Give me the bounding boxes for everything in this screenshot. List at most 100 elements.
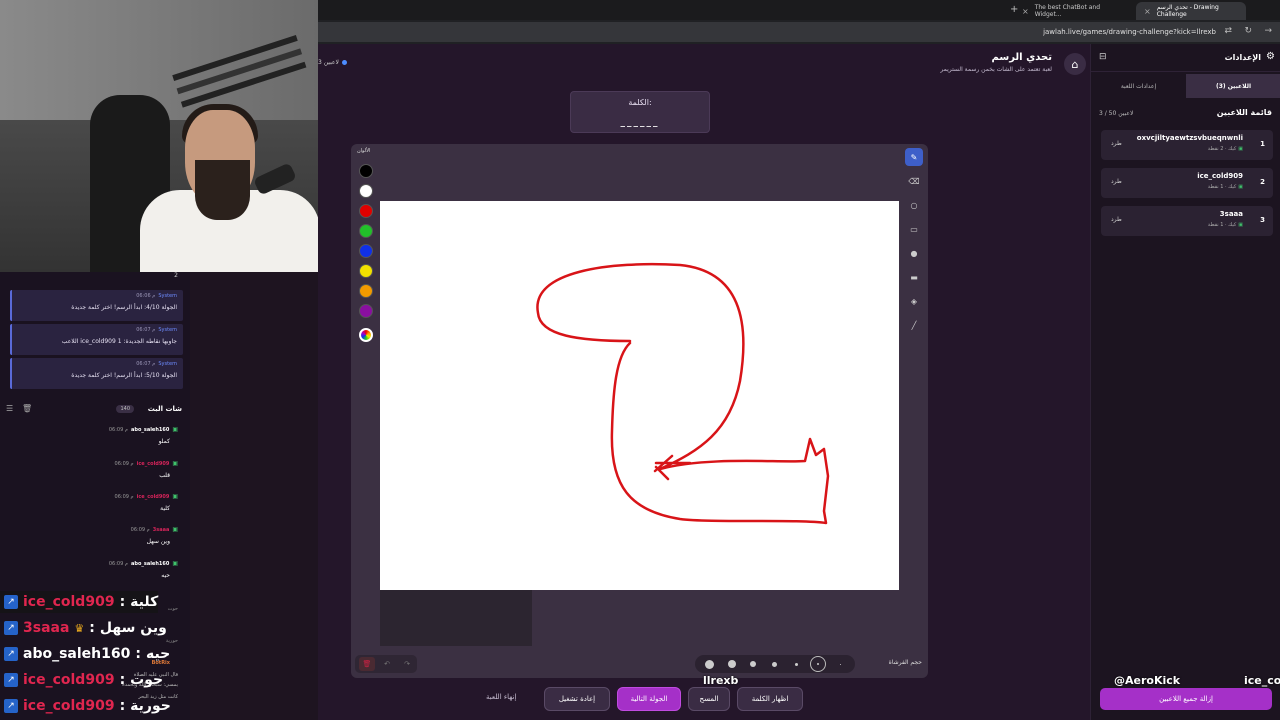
brush-size-option[interactable] <box>745 656 761 672</box>
streamer-name-tag: llrexb <box>703 674 739 687</box>
chat-title: شات البث <box>147 405 182 413</box>
clear-button[interactable]: المسح <box>688 687 730 711</box>
overlay-message: وين سهل <box>99 620 167 636</box>
eraser-icon[interactable]: ⌫ <box>905 172 923 190</box>
overlay-chat-message: ↗ ice_cold909: كلية <box>0 591 159 613</box>
game-title: تحدي الرسم <box>991 52 1052 63</box>
overlay-username: ice_cold909 <box>23 698 115 714</box>
overlay-chat-message: ↗ abo_saleh160: حيه <box>0 643 170 665</box>
trash-icon[interactable]: 🗑 <box>359 657 375 671</box>
bucket-icon[interactable]: ◈ <box>905 292 923 310</box>
user-name-tag: ice_col <box>1244 674 1280 687</box>
pencil-icon[interactable]: ✎ <box>905 148 923 166</box>
drawing-board: الألوان ✎ ⌫ ○ ▭ ● ▬ ◈ ╱ 🗑 ↶ ↷ حجم الفرشا… <box>351 144 928 678</box>
overlay-chat-message: ↗ ice_cold909: حورية <box>0 695 171 717</box>
overlay-separator: : <box>89 620 95 636</box>
new-tab-icon[interactable]: + <box>1010 4 1018 15</box>
kick-badge-icon: ↗ <box>4 621 18 635</box>
square-fill-icon[interactable]: ▬ <box>905 268 923 286</box>
reveal-word-button[interactable]: اظهار الكلمة <box>737 687 803 711</box>
dot-icon[interactable]: ● <box>905 244 923 262</box>
word-display: الكلمة: ______ <box>570 91 710 133</box>
overlay-username: ice_cold909 <box>23 672 115 688</box>
color-swatch[interactable] <box>359 264 373 278</box>
color-swatch[interactable] <box>359 164 373 178</box>
kick-badge-icon: ↗ <box>4 595 18 609</box>
player-card: طرد oxvcjiltyaewtzsvbueqnwnli كيك · 2 نق… <box>1101 130 1273 160</box>
webcam-count: 2 <box>174 272 178 279</box>
color-swatch[interactable] <box>359 244 373 258</box>
kick-badge-icon: ↗ <box>4 647 18 661</box>
menu-icon[interactable]: ☰ <box>6 404 13 413</box>
restart-button[interactable]: إعادة تشغيل <box>544 687 610 711</box>
home-button[interactable]: ⌂ <box>1064 53 1086 75</box>
trash-icon[interactable]: 🗑 <box>22 404 32 413</box>
rectangle-icon[interactable]: ▭ <box>905 220 923 238</box>
overlay-separator: : <box>119 672 126 688</box>
kick-badge-icon: ↗ <box>4 673 18 687</box>
color-swatch[interactable] <box>359 184 373 198</box>
color-swatch[interactable] <box>359 284 373 298</box>
overlay-separator: : <box>135 646 141 662</box>
reload-icon[interactable]: ↻ <box>1244 26 1252 36</box>
brush-size-option[interactable] <box>832 656 848 672</box>
user-name-tag: @AeroKick <box>1114 674 1181 687</box>
overlay-chat-message: ↗ ice_cold909: حوت <box>0 669 163 691</box>
kick-badge-icon: ↗ <box>4 699 18 713</box>
overlay-message: حوت <box>130 672 164 688</box>
tab-strip: × تحدي الرسم - Drawing Challenge × The b… <box>318 0 1280 20</box>
color-swatch[interactable] <box>359 204 373 218</box>
close-icon[interactable]: × <box>1144 7 1151 16</box>
remove-all-players-button[interactable]: إزالة جميع اللاعبين <box>1100 688 1272 710</box>
color-swatch[interactable] <box>359 224 373 238</box>
drawing-canvas[interactable] <box>380 201 899 590</box>
color-palette: الألوان <box>355 148 377 348</box>
history-controls: 🗑 ↶ ↷ <box>355 655 417 673</box>
drawing-stroke <box>536 262 830 525</box>
next-round-button[interactable]: الجولة التالية <box>617 687 681 711</box>
collapse-icon[interactable]: ⊟ <box>1099 52 1107 62</box>
redo-icon[interactable]: ↷ <box>399 657 415 671</box>
address-bar[interactable]: ⇄ ↻ → jawlah.live/games/drawing-challeng… <box>318 22 1280 42</box>
game-header: 3 لاعبين تحدي الرسم لعبة تعتمد على الشات… <box>318 44 1090 80</box>
kick-button[interactable]: طرد <box>1111 178 1122 185</box>
system-message: 06:06 م System الجولة 4/10: ابدأ الرسم! ا… <box>10 290 183 321</box>
custom-color-picker[interactable] <box>359 328 373 342</box>
system-message: 06:07 م System الجولة 5/10: ابدأ الرسم! ا… <box>10 358 183 389</box>
end-game-button[interactable]: إنهاء اللعبة <box>486 693 516 701</box>
close-icon[interactable]: × <box>1022 7 1029 16</box>
game-actions: إنهاء اللعبة إعادة تشغيل الجولة التالية … <box>318 684 1090 720</box>
stream-chat-header: ☰ 🗑 140 شات البث <box>0 402 190 418</box>
circle-icon[interactable]: ○ <box>905 196 923 214</box>
webcam-feed <box>0 0 318 272</box>
overlay-chat-message: ↗ 3saaa ♛: وين سهل <box>0 617 167 639</box>
overlay-separator: : <box>119 698 126 714</box>
gear-icon: ⚙ <box>1266 51 1275 62</box>
overlay-username: ice_cold909 <box>23 594 115 610</box>
settings-sidebar: ⊟ الإعدادات ⚙ إعدادات اللعبة اللاعبين (3… <box>1090 44 1280 720</box>
brush-size-option[interactable] <box>724 656 740 672</box>
player-card: طرد 3saaa كيك · 1 نقطة ▣ 3 <box>1101 206 1273 236</box>
tab-chatbot[interactable]: × The best ChatBot and Widget... <box>1014 2 1134 20</box>
tab-game-settings[interactable]: إعدادات اللعبة <box>1091 74 1186 98</box>
brush-size-option[interactable] <box>810 656 827 672</box>
tab-players[interactable]: اللاعبين (3) <box>1186 74 1280 98</box>
tool-bar: ✎ ⌫ ○ ▭ ● ▬ ◈ ╱ <box>905 148 925 338</box>
line-icon[interactable]: ╱ <box>905 316 923 334</box>
brush-size-option[interactable] <box>702 656 718 672</box>
brush-controls: 🗑 ↶ ↷ حجم الفرشاة <box>351 652 928 678</box>
translate-icon[interactable]: ⇄ <box>1224 26 1232 36</box>
color-swatch[interactable] <box>359 304 373 318</box>
kick-button[interactable]: طرد <box>1111 140 1122 147</box>
kick-button[interactable]: طرد <box>1111 216 1122 223</box>
brush-size-option[interactable] <box>789 656 805 672</box>
brush-size-label: حجم الفرشاة <box>888 659 922 666</box>
undo-icon[interactable]: ↶ <box>379 657 395 671</box>
sidebar-tabs: إعدادات اللعبة اللاعبين (3) <box>1091 74 1280 98</box>
crown-icon: ♛ <box>74 621 85 635</box>
tab-drawing-challenge[interactable]: × تحدي الرسم - Drawing Challenge <box>1136 2 1246 20</box>
player-list-count: 3 / 50 لاعبين <box>1099 110 1134 117</box>
back-icon[interactable]: → <box>1264 26 1272 36</box>
chat-message: 06:09 م abo_saleh160 ▣ كملو <box>108 426 178 445</box>
brush-size-option[interactable] <box>767 656 783 672</box>
